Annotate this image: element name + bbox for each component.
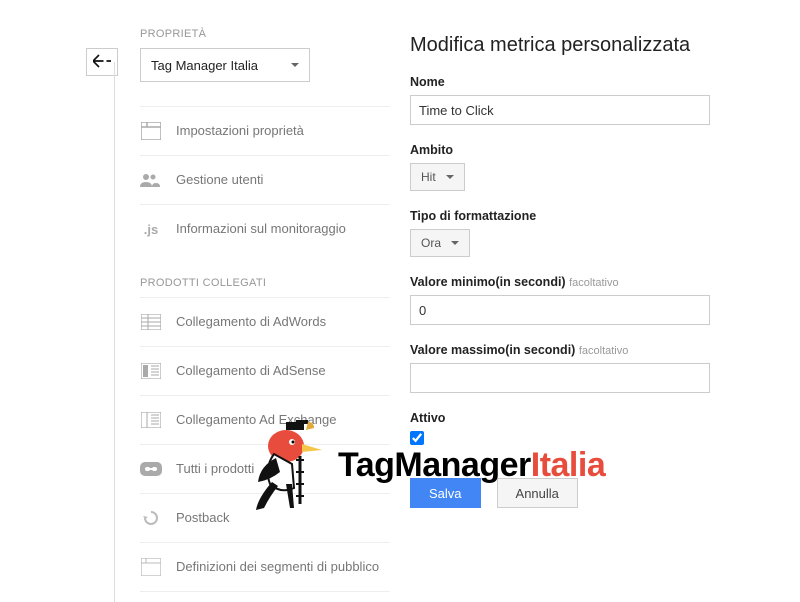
scope-label: Ambito — [410, 143, 750, 157]
users-icon — [140, 170, 162, 190]
property-selector[interactable]: Tag Manager Italia — [140, 48, 310, 82]
format-value: Ora — [421, 236, 441, 250]
scope-value: Hit — [421, 170, 436, 184]
max-label: Valore massimo(in secondi) facoltativo — [410, 343, 750, 357]
name-input[interactable] — [410, 95, 710, 125]
audience-icon — [140, 557, 162, 577]
back-arrow-icon — [93, 54, 111, 71]
caret-down-icon — [446, 175, 454, 179]
sidebar-item-label: Definizioni dei segmenti di pubblico — [176, 559, 379, 576]
sidebar-item-adsense[interactable]: Collegamento di AdSense — [140, 346, 390, 395]
optional-hint: facoltativo — [579, 345, 629, 357]
page-title: Modifica metrica personalizzata — [410, 34, 750, 57]
sidebar-item-audience-definitions[interactable]: Definizioni dei segmenti di pubblico — [140, 542, 390, 592]
js-icon: .js — [140, 219, 162, 239]
min-input[interactable] — [410, 295, 710, 325]
caret-down-icon — [451, 241, 459, 245]
sidebar-item-label: Collegamento Ad Exchange — [176, 412, 336, 429]
property-settings-icon — [140, 121, 162, 141]
sidebar-item-label: Informazioni sul monitoraggio — [176, 221, 346, 238]
sidebar-item-adexchange[interactable]: Collegamento Ad Exchange — [140, 395, 390, 444]
postback-icon — [140, 508, 162, 528]
format-label: Tipo di formattazione — [410, 209, 750, 223]
adwords-icon — [140, 312, 162, 332]
linked-products-section-label: PRODOTTI COLLEGATI — [140, 277, 390, 289]
min-label: Valore minimo(in secondi) facoltativo — [410, 275, 750, 289]
cancel-button[interactable]: Annulla — [497, 478, 578, 508]
optional-hint: facoltativo — [569, 277, 619, 289]
scope-select[interactable]: Hit — [410, 163, 465, 191]
adsense-icon — [140, 361, 162, 381]
sidebar-item-label: Gestione utenti — [176, 172, 263, 189]
sidebar-item-property-settings[interactable]: Impostazioni proprietà — [140, 106, 390, 155]
sidebar-item-label: Collegamento di AdSense — [176, 363, 326, 380]
active-label: Attivo — [410, 411, 750, 425]
sidebar-item-label: Postback — [176, 510, 229, 527]
sidebar-item-postback[interactable]: Postback — [140, 493, 390, 542]
sidebar-item-tracking-info[interactable]: .js Informazioni sul monitoraggio — [140, 204, 390, 253]
sidebar-item-label: Impostazioni proprietà — [176, 123, 304, 140]
main-panel: Modifica metrica personalizzata Nome Amb… — [410, 34, 750, 508]
button-row: Salva Annulla — [410, 478, 750, 508]
sidebar-item-adwords[interactable]: Collegamento di AdWords — [140, 297, 390, 346]
sidebar: PROPRIETÀ Tag Manager Italia Impostazion… — [140, 28, 390, 592]
name-label: Nome — [410, 75, 750, 89]
sidebar-item-all-products[interactable]: Tutti i prodotti — [140, 444, 390, 493]
property-section-label: PROPRIETÀ — [140, 28, 390, 40]
sidebar-item-label: Collegamento di AdWords — [176, 314, 326, 331]
sidebar-item-user-management[interactable]: Gestione utenti — [140, 155, 390, 204]
divider-line — [114, 62, 115, 602]
link-icon — [140, 459, 162, 479]
active-checkbox[interactable] — [410, 431, 424, 445]
max-input[interactable] — [410, 363, 710, 393]
caret-down-icon — [291, 63, 299, 67]
property-selector-value: Tag Manager Italia — [151, 58, 258, 73]
format-select[interactable]: Ora — [410, 229, 470, 257]
adexchange-icon — [140, 410, 162, 430]
save-button[interactable]: Salva — [410, 478, 481, 508]
sidebar-item-label: Tutti i prodotti — [176, 461, 254, 478]
